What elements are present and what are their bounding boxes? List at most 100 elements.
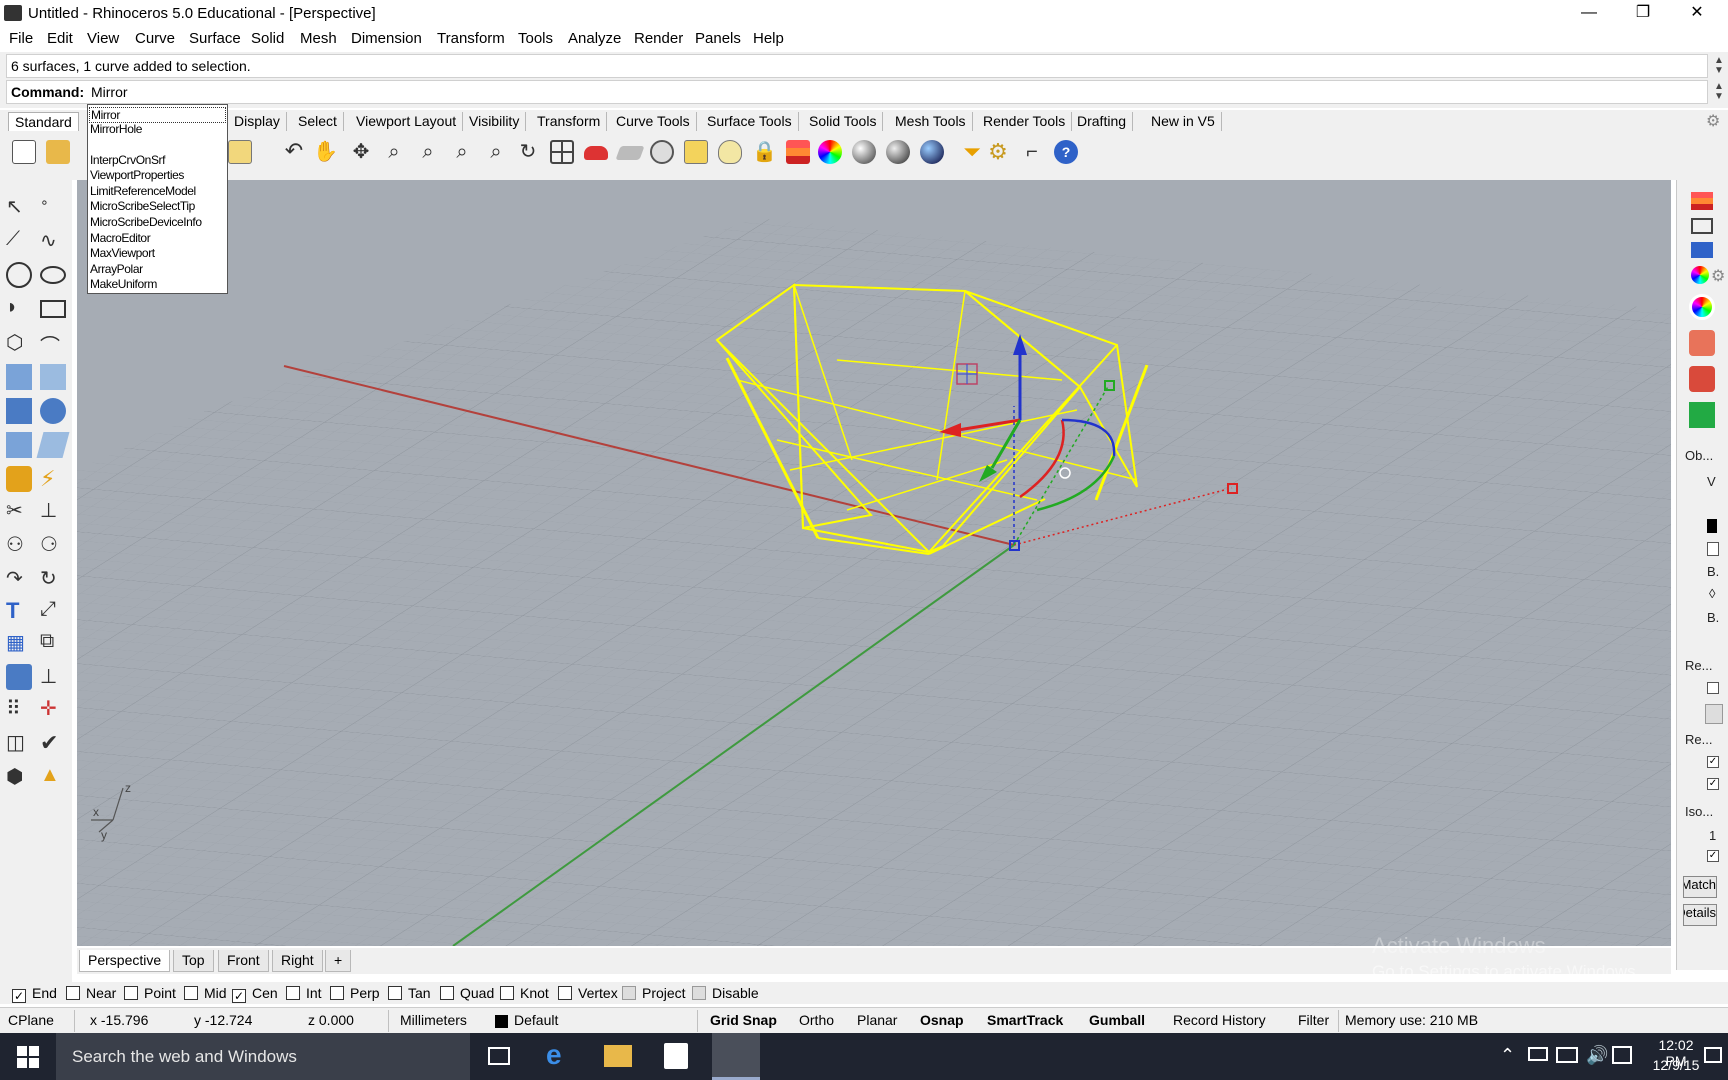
sphere-icon[interactable]	[40, 398, 66, 424]
menu-curve[interactable]: Curve	[135, 30, 175, 47]
clock-date[interactable]: 12/9/15	[1648, 1057, 1704, 1073]
diamond-icon[interactable]: ◊	[1709, 586, 1715, 601]
grid-snap-toggle[interactable]: Grid Snap	[710, 1012, 777, 1028]
tab-new-in-v5[interactable]: New in V5	[1145, 112, 1222, 131]
menu-mesh[interactable]: Mesh	[300, 30, 337, 47]
mesh-tool-icon[interactable]: ⬢	[6, 764, 32, 790]
light-panel-icon[interactable]	[1689, 366, 1715, 392]
record-history-toggle[interactable]: Record History	[1173, 1012, 1266, 1028]
osnap-perp[interactable]: Perp	[330, 985, 380, 1001]
show-hidden-icons-icon[interactable]: ⌃	[1500, 1045, 1515, 1066]
minimize-button[interactable]: —	[1562, 0, 1616, 28]
match-button[interactable]: Match	[1683, 876, 1717, 898]
start-windows-icon[interactable]	[17, 1046, 39, 1068]
cylinder-icon[interactable]	[6, 432, 32, 458]
render-swatch[interactable]	[1705, 704, 1723, 724]
paste-icon[interactable]	[228, 140, 252, 164]
autocomplete-item[interactable]: MirrorHole	[90, 122, 142, 136]
circle-icon[interactable]	[6, 262, 32, 288]
color-swatch[interactable]	[1707, 519, 1717, 533]
rotate-view-icon[interactable]: ✥	[349, 140, 373, 164]
tab-render-tools[interactable]: Render Tools	[977, 112, 1073, 131]
color-wheel-icon[interactable]	[818, 140, 842, 164]
tab-viewport-layout[interactable]: Viewport Layout	[350, 112, 464, 131]
display-panel-icon[interactable]	[1691, 218, 1713, 234]
osnap-cen[interactable]: ✓ Cen	[232, 985, 278, 1003]
add-viewport-tab-button[interactable]: +	[325, 950, 352, 972]
tabs-gear-icon[interactable]: ⚙	[1706, 111, 1720, 131]
volume-icon[interactable]: 🔊	[1586, 1045, 1608, 1066]
autocomplete-item[interactable]: MacroEditor	[90, 231, 151, 245]
action-center-icon[interactable]	[1704, 1047, 1722, 1063]
autocomplete-item[interactable]: ArrayPolar	[90, 262, 143, 276]
explode-icon[interactable]	[6, 466, 32, 492]
array-icon[interactable]: ▦	[6, 630, 32, 656]
show-isocurves-checkbox[interactable]: ✓	[1707, 850, 1719, 862]
menu-file[interactable]: File	[9, 30, 33, 47]
move-icon[interactable]: ↷	[6, 566, 32, 592]
autocomplete-item[interactable]: MicroScribeDeviceInfo	[90, 215, 202, 229]
osnap-end-checkbox[interactable]: ✓	[12, 989, 26, 1003]
text-icon[interactable]: T	[6, 598, 32, 624]
autocomplete-item[interactable]: ViewportProperties	[90, 168, 184, 182]
grid-array-icon[interactable]: ⠿	[6, 696, 32, 722]
cast-shadows-checkbox[interactable]: ✓	[1707, 756, 1719, 768]
tab-select[interactable]: Select	[292, 112, 344, 131]
light-icon[interactable]	[718, 140, 742, 164]
help-icon[interactable]: ?	[1054, 140, 1078, 164]
osnap-quad-checkbox[interactable]	[440, 986, 454, 1000]
gear-options-icon[interactable]: ⚙	[986, 140, 1010, 164]
point-icon[interactable]: ∘	[40, 194, 66, 220]
color-wheel-panel-icon[interactable]	[1689, 294, 1715, 320]
osnap-vertex[interactable]: Vertex	[558, 985, 618, 1001]
render-checkbox[interactable]	[1707, 682, 1719, 694]
menu-analyze[interactable]: Analyze	[568, 30, 621, 47]
mesh-plane-icon[interactable]	[36, 432, 70, 458]
environment-panel-icon[interactable]	[1689, 402, 1715, 428]
osnap-project-checkbox[interactable]	[622, 986, 636, 1000]
dimension-icon[interactable]: ⌐	[1020, 140, 1044, 164]
mirror-icon[interactable]: ⧉	[40, 630, 66, 656]
cplane-label[interactable]: CPlane	[8, 1012, 54, 1028]
units-label[interactable]: Millimeters	[400, 1012, 467, 1028]
open-icon[interactable]	[46, 140, 70, 164]
osnap-near[interactable]: Near	[66, 985, 116, 1001]
autocomplete-item[interactable]: MaxViewport	[90, 246, 155, 260]
arc-icon[interactable]: ◗	[6, 296, 32, 322]
autocomplete-item[interactable]: LimitReferenceModel	[90, 184, 196, 198]
rectangle-icon[interactable]	[40, 300, 66, 318]
network-icon[interactable]	[1556, 1047, 1578, 1063]
group-icon[interactable]: ⚇	[6, 532, 32, 558]
menu-panels[interactable]: Panels	[695, 30, 741, 47]
tab-right[interactable]: Right	[272, 950, 323, 972]
tab-transform[interactable]: Transform	[531, 112, 608, 131]
osnap-near-checkbox[interactable]	[66, 986, 80, 1000]
power-icon[interactable]	[1528, 1047, 1548, 1061]
osnap-int[interactable]: Int	[286, 985, 322, 1001]
menu-surface[interactable]: Surface	[189, 30, 241, 47]
tab-curve-tools[interactable]: Curve Tools	[610, 112, 697, 131]
tab-mesh-tools[interactable]: Mesh Tools	[889, 112, 973, 131]
menu-dimension[interactable]: Dimension	[351, 30, 422, 47]
osnap-int-checkbox[interactable]	[286, 986, 300, 1000]
command-prompt[interactable]: Command: Mirror	[6, 80, 1708, 104]
tab-visibility[interactable]: Visibility	[463, 112, 527, 131]
autocomplete-item[interactable]: InterpCrvOnSrf	[90, 153, 165, 167]
osnap-disable-checkbox[interactable]	[692, 986, 706, 1000]
render-icon[interactable]	[886, 140, 910, 164]
ortho-toggle[interactable]: Ortho	[799, 1012, 834, 1028]
rhino-taskbar-button[interactable]	[712, 1033, 760, 1080]
ellipse-icon[interactable]	[40, 266, 66, 284]
osnap-tan[interactable]: Tan	[388, 985, 431, 1001]
menu-transform[interactable]: Transform	[437, 30, 505, 47]
perspective-viewport[interactable]: z x y	[77, 180, 1671, 946]
command-input-value[interactable]: Mirror	[91, 84, 128, 100]
osnap-vertex-checkbox[interactable]	[558, 986, 572, 1000]
layers-panel-icon[interactable]	[1691, 192, 1713, 210]
tab-perspective[interactable]: Perspective	[79, 950, 171, 972]
osnap-point-checkbox[interactable]	[124, 986, 138, 1000]
tab-top[interactable]: Top	[173, 950, 214, 972]
menu-tools[interactable]: Tools	[518, 30, 553, 47]
details-button[interactable]: Details	[1683, 904, 1717, 926]
osnap-point[interactable]: Point	[124, 985, 176, 1001]
